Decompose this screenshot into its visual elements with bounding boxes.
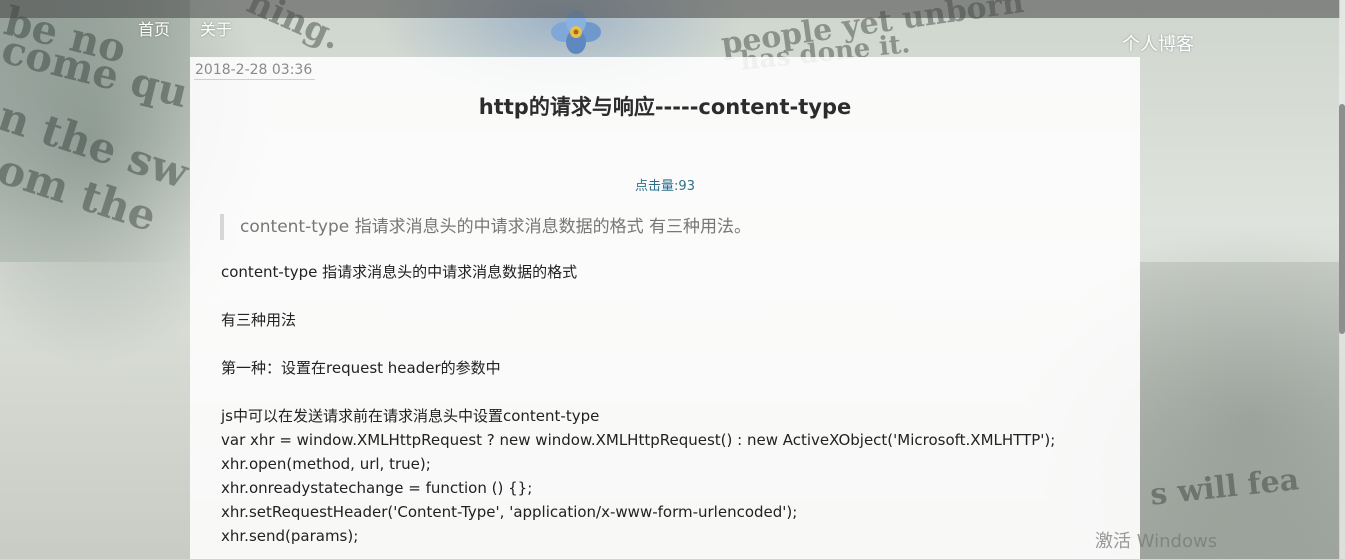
view-count-value: 93: [678, 179, 695, 194]
body-line: [221, 380, 1121, 404]
body-line: content-type 指请求消息头的中请求消息数据的格式: [221, 263, 578, 281]
code-line: var xhr = window.XMLHttpRequest ? new wi…: [221, 431, 1056, 449]
body-line: [221, 332, 1121, 356]
code-line: xhr.setRequestHeader('Content-Type', 'ap…: [221, 503, 798, 521]
code-line: xhr.onreadystatechange = function () {};: [221, 479, 533, 497]
scrollbar-thumb[interactable]: [1339, 104, 1345, 334]
code-line: xhr.open(method, url, true);: [221, 455, 431, 473]
view-count-label: 点击量:: [635, 179, 679, 194]
windows-activation-watermark: 激活 Windows: [1095, 531, 1218, 552]
article-panel: 2018-2-28 03:36 http的请求与响应-----content-t…: [190, 57, 1140, 559]
page-scrollbar[interactable]: [1339, 0, 1345, 559]
code-line: xhr.send(params);: [221, 527, 359, 545]
background-shade: [1140, 262, 1340, 559]
nav-link-home[interactable]: 首页: [138, 16, 170, 40]
body-line: js中可以在发送请求前在请求消息头中设置content-type: [221, 407, 600, 425]
post-body: content-type 指请求消息头的中请求消息数据的格式 有三种用法 第一种…: [221, 260, 1121, 548]
post-date: 2018-2-28 03:36: [194, 62, 316, 80]
post-summary: content-type 指请求消息头的中请求消息数据的格式 有三种用法。: [220, 214, 751, 240]
body-line: 第一种：设置在request header的参数中: [221, 359, 501, 377]
site-brand[interactable]: 个人博客: [1122, 30, 1194, 56]
main-nav: 首页 关于: [138, 16, 232, 40]
body-line: 有三种用法: [221, 311, 297, 329]
nav-link-about[interactable]: 关于: [200, 16, 232, 40]
body-line: [221, 284, 1121, 308]
view-count: 点击量:93: [190, 175, 1140, 194]
post-title: http的请求与响应-----content-type: [478, 95, 852, 119]
